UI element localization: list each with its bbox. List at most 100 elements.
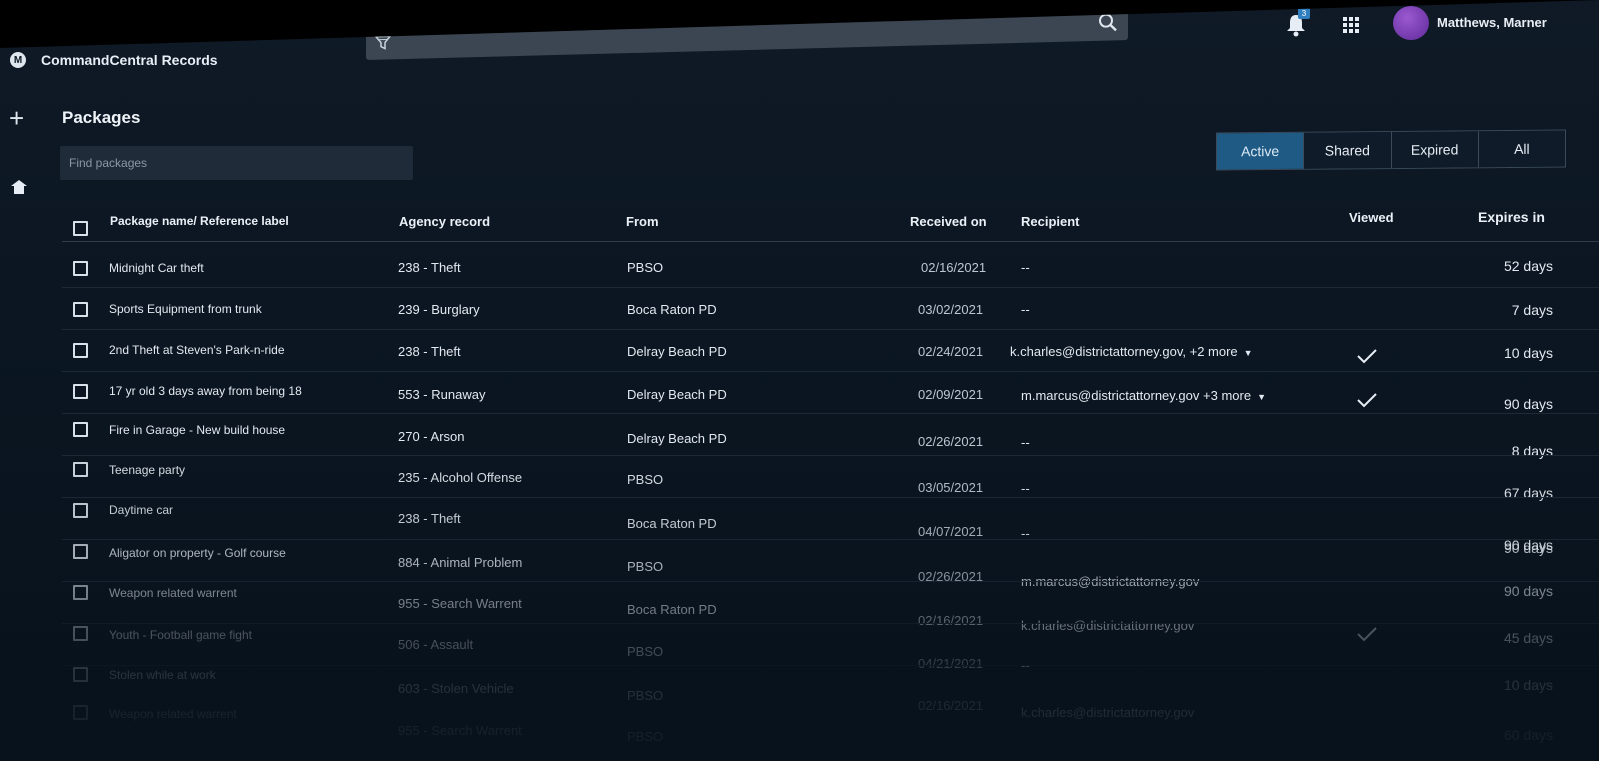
agency-record[interactable]: 553 - Runaway bbox=[398, 387, 485, 402]
table-row[interactable]: Teenage party 235 - Alcohol Offense PBSO… bbox=[0, 456, 1599, 501]
received-date: 03/05/2021 bbox=[918, 480, 984, 495]
row-checkbox[interactable] bbox=[73, 503, 88, 518]
table-row[interactable]: Aligator on property - Golf course 884 -… bbox=[0, 540, 1599, 589]
table-row[interactable]: Youth - Football game fight 506 - Assaul… bbox=[0, 624, 1599, 673]
recipient: m.marcus@districtattorney.gov +3 more bbox=[1021, 388, 1252, 403]
tab-expired[interactable]: Expired bbox=[1391, 131, 1479, 168]
table-row[interactable]: Sports Equipment from trunk 239 - Burgla… bbox=[0, 288, 1599, 330]
column-header-received[interactable]: Received on bbox=[910, 214, 987, 229]
received-date: 04/07/2021 bbox=[918, 524, 984, 539]
package-name[interactable]: Midnight Car theft bbox=[109, 261, 204, 275]
row-checkbox[interactable] bbox=[73, 343, 88, 358]
search-icon[interactable] bbox=[1098, 12, 1118, 33]
tab-shared[interactable]: Shared bbox=[1304, 131, 1392, 169]
add-icon[interactable]: + bbox=[9, 105, 24, 131]
expires-in: 7 days bbox=[1511, 302, 1553, 318]
column-header-agency[interactable]: Agency record bbox=[399, 214, 490, 229]
apps-grid-icon[interactable] bbox=[1341, 15, 1361, 35]
filter-icon[interactable] bbox=[374, 33, 392, 51]
chevron-down-icon[interactable]: ▼ bbox=[1244, 348, 1253, 358]
expires-in: 60 days bbox=[1503, 727, 1553, 743]
agency-record[interactable]: 955 - Search Warrent bbox=[398, 596, 522, 611]
package-name[interactable]: Daytime car bbox=[109, 503, 173, 517]
package-name[interactable]: Teenage party bbox=[109, 463, 185, 477]
from-agency: PBSO bbox=[627, 559, 664, 574]
received-date: 02/24/2021 bbox=[918, 344, 984, 359]
row-checkbox[interactable] bbox=[73, 261, 88, 276]
app-title: CommandCentral Records bbox=[41, 52, 218, 68]
agency-record[interactable]: 239 - Burglary bbox=[398, 302, 480, 317]
package-name[interactable]: Stolen while at work bbox=[109, 668, 216, 682]
agency-record[interactable]: 238 - Theft bbox=[398, 344, 461, 359]
from-agency: Boca Raton PD bbox=[627, 516, 717, 531]
from-agency: Boca Raton PD bbox=[627, 302, 717, 317]
row-checkbox[interactable] bbox=[73, 422, 88, 437]
agency-record[interactable]: 506 - Assault bbox=[398, 637, 473, 652]
table-row[interactable]: Fire in Garage - New build house 270 - A… bbox=[0, 414, 1599, 459]
table-row[interactable]: 2nd Theft at Steven's Park-n-ride 238 - … bbox=[0, 330, 1599, 372]
table-row[interactable]: 17 yr old 3 days away from being 18 553 … bbox=[0, 372, 1599, 414]
column-header-viewed[interactable]: Viewed bbox=[1349, 210, 1394, 225]
select-all-checkbox[interactable] bbox=[73, 221, 88, 236]
recipient-dropdown[interactable]: m.marcus@districtattorney.gov +3 more ▼ bbox=[1021, 388, 1266, 403]
agency-record[interactable]: 238 - Theft bbox=[398, 260, 461, 275]
package-name[interactable]: Weapon related warrent bbox=[109, 707, 237, 721]
table-row[interactable]: Daytime car 238 - Theft Boca Raton PD 04… bbox=[0, 498, 1599, 553]
column-header-from[interactable]: From bbox=[626, 214, 659, 229]
viewed-check-icon bbox=[1357, 349, 1377, 364]
expires-in: 45 days bbox=[1503, 630, 1553, 646]
user-name[interactable]: Matthews, Marner bbox=[1437, 15, 1547, 30]
row-checkbox[interactable] bbox=[73, 705, 88, 720]
package-name[interactable]: Fire in Garage - New build house bbox=[109, 423, 285, 437]
from-agency: PBSO bbox=[627, 644, 664, 659]
row-checkbox[interactable] bbox=[73, 302, 88, 317]
package-name[interactable]: Sports Equipment from trunk bbox=[109, 302, 262, 316]
package-name[interactable]: Weapon related warrent bbox=[109, 586, 237, 600]
global-search-bar[interactable] bbox=[366, 6, 1128, 61]
row-checkbox[interactable] bbox=[73, 384, 88, 399]
table-row[interactable]: Stolen while at work 603 - Stolen Vehicl… bbox=[0, 666, 1599, 720]
package-name[interactable]: Youth - Football game fight bbox=[109, 628, 252, 642]
column-header-name[interactable]: Package name/ Reference label bbox=[110, 214, 289, 228]
find-packages-input[interactable] bbox=[60, 146, 413, 180]
from-agency: Boca Raton PD bbox=[627, 602, 717, 617]
home-icon[interactable] bbox=[10, 178, 28, 196]
from-agency: Delray Beach PD bbox=[627, 431, 727, 446]
agency-record[interactable]: 603 - Stolen Vehicle bbox=[398, 681, 514, 696]
row-checkbox[interactable] bbox=[73, 544, 88, 559]
row-checkbox[interactable] bbox=[73, 667, 88, 682]
row-checkbox[interactable] bbox=[73, 462, 88, 477]
tab-active[interactable]: Active bbox=[1217, 132, 1305, 170]
agency-record[interactable]: 238 - Theft bbox=[398, 511, 461, 526]
from-agency: PBSO bbox=[627, 688, 664, 703]
package-name[interactable]: 17 yr old 3 days away from being 18 bbox=[109, 384, 302, 398]
expires-in: 90 days bbox=[1503, 396, 1553, 412]
app-window: M CommandCentral Records 3 Matthews, Mar… bbox=[0, 0, 1599, 761]
package-name[interactable]: 2nd Theft at Steven's Park-n-ride bbox=[109, 343, 285, 357]
header-divider bbox=[62, 241, 1599, 242]
package-name[interactable]: Aligator on property - Golf course bbox=[109, 546, 286, 560]
chevron-down-icon[interactable]: ▼ bbox=[1257, 392, 1266, 402]
tab-all[interactable]: All bbox=[1478, 130, 1565, 168]
expires-in: 10 days bbox=[1503, 677, 1553, 693]
column-header-recipient[interactable]: Recipient bbox=[1021, 214, 1080, 229]
user-avatar[interactable] bbox=[1393, 6, 1429, 40]
agency-record[interactable]: 235 - Alcohol Offense bbox=[398, 470, 522, 485]
received-date: 02/26/2021 bbox=[918, 434, 984, 449]
expires-in: 90 days bbox=[1503, 583, 1553, 599]
top-bar: M CommandCentral Records 3 Matthews, Mar… bbox=[0, 0, 1599, 82]
table-row[interactable]: Weapon related warrent 955 - Search Warr… bbox=[0, 582, 1599, 633]
table-row[interactable]: Weapon related warrent 955 - Search Warr… bbox=[0, 705, 1599, 747]
table-row[interactable]: Midnight Car theft 238 - Theft PBSO 02/1… bbox=[0, 246, 1599, 288]
recipient-dropdown[interactable]: k.charles@districtattorney.gov, +2 more ▼ bbox=[1010, 344, 1253, 359]
recipient: -- bbox=[1021, 435, 1030, 450]
agency-record[interactable]: 270 - Arson bbox=[398, 429, 465, 444]
from-agency: Delray Beach PD bbox=[627, 344, 727, 359]
recipient: -- bbox=[1021, 260, 1030, 275]
agency-record[interactable]: 884 - Animal Problem bbox=[398, 555, 522, 570]
column-header-expires[interactable]: Expires in bbox=[1478, 209, 1545, 225]
row-checkbox[interactable] bbox=[73, 626, 88, 641]
row-checkbox[interactable] bbox=[73, 585, 88, 600]
agency-record[interactable]: 955 - Search Warrent bbox=[398, 723, 522, 738]
recipient: k.charles@districtattorney.gov, +2 more bbox=[1010, 344, 1238, 359]
